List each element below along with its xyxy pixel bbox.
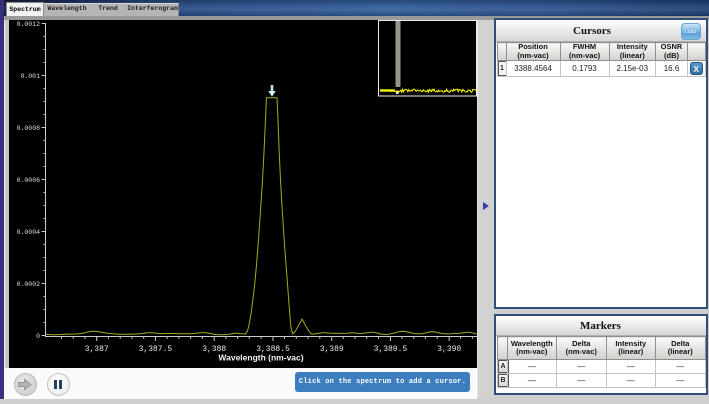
svg-text:0.001: 0.001 — [20, 73, 40, 80]
svg-text:3,387: 3,387 — [85, 345, 109, 354]
svg-text:3,389: 3,389 — [320, 345, 344, 354]
svg-text:0.0002: 0.0002 — [17, 281, 41, 288]
svg-text:0.0004: 0.0004 — [17, 229, 41, 236]
svg-text:0: 0 — [36, 333, 40, 340]
svg-text:3,389.5: 3,389.5 — [374, 345, 408, 354]
svg-text:0.0008: 0.0008 — [17, 125, 41, 132]
svg-text:3,387.5: 3,387.5 — [139, 345, 173, 354]
svg-text:0.0012: 0.0012 — [17, 21, 41, 28]
svg-text:0.0006: 0.0006 — [17, 177, 41, 184]
svg-text:3,390: 3,390 — [437, 345, 461, 354]
svg-text:Wavelength (nm-vac): Wavelength (nm-vac) — [218, 353, 303, 363]
